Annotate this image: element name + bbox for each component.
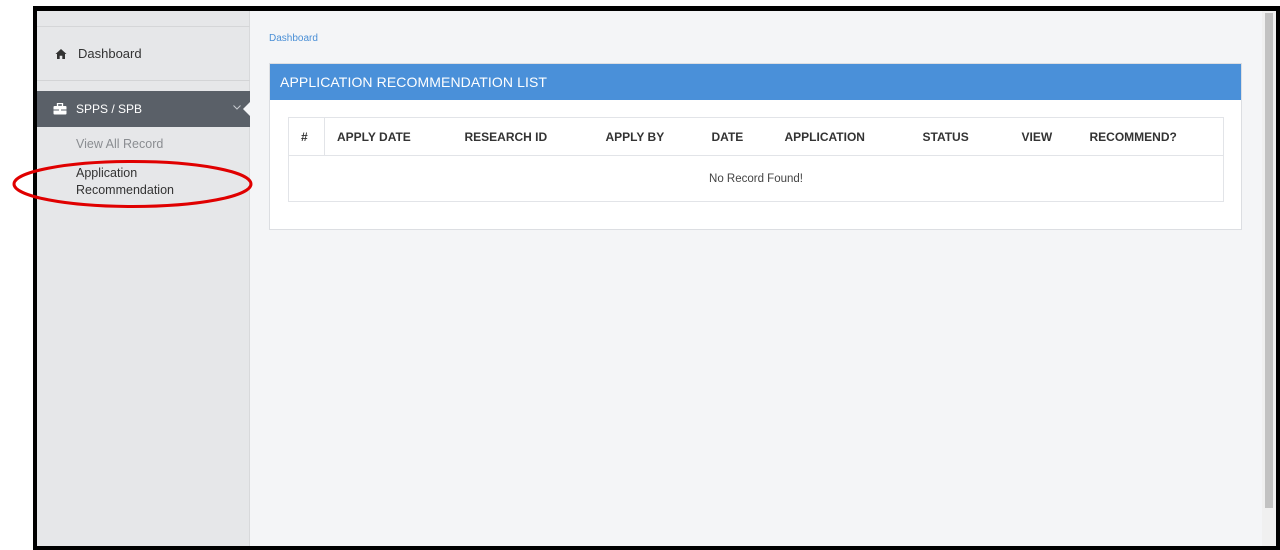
- column-header-research-id[interactable]: RESEARCH ID: [452, 117, 594, 156]
- briefcase-icon: [53, 103, 67, 115]
- table-row: No Record Found!: [288, 155, 1224, 202]
- screenshot-frame: Dashboard SPPS / SPB View All Record App…: [33, 6, 1280, 550]
- column-header-date[interactable]: DATE: [699, 117, 773, 156]
- main-content: Dashboard APPLICATION RECOMMENDATION LIS…: [251, 11, 1262, 546]
- panel-title: APPLICATION RECOMMENDATION LIST: [270, 64, 1241, 100]
- recommendation-table: # APPLY DATE RESEARCH ID APPLY BY DATE A…: [288, 117, 1224, 202]
- home-icon: [55, 48, 67, 60]
- sidebar: Dashboard SPPS / SPB View All Record App…: [37, 11, 251, 546]
- column-header-number[interactable]: #: [288, 117, 325, 156]
- column-header-apply-by[interactable]: APPLY BY: [593, 117, 700, 156]
- column-header-status[interactable]: STATUS: [910, 117, 1010, 156]
- recommendation-panel: APPLICATION RECOMMENDATION LIST # APPLY …: [269, 63, 1242, 230]
- chevron-down-icon: [233, 105, 241, 110]
- app-window: Dashboard SPPS / SPB View All Record App…: [37, 11, 1276, 546]
- active-indicator: [243, 101, 251, 117]
- table-header-row: # APPLY DATE RESEARCH ID APPLY BY DATE A…: [288, 117, 1224, 156]
- column-header-application[interactable]: APPLICATION: [772, 117, 911, 156]
- sidebar-item-label: SPPS / SPB: [76, 102, 143, 116]
- vertical-scrollbar[interactable]: [1262, 11, 1276, 546]
- empty-state-message: No Record Found!: [288, 155, 1224, 202]
- column-header-apply-date[interactable]: APPLY DATE: [324, 117, 453, 156]
- sidebar-item-dashboard[interactable]: Dashboard: [37, 27, 250, 81]
- breadcrumb-dashboard-link[interactable]: Dashboard: [269, 33, 318, 44]
- sidebar-item-label: Dashboard: [78, 46, 142, 61]
- sidebar-item-spps-spb[interactable]: SPPS / SPB: [37, 91, 251, 127]
- sidebar-subitem-application-recommendation[interactable]: Application Recommendation: [76, 165, 196, 199]
- scrollbar-thumb[interactable]: [1265, 13, 1273, 508]
- column-header-recommend[interactable]: RECOMMEND?: [1077, 117, 1224, 156]
- column-header-view[interactable]: VIEW: [1009, 117, 1078, 156]
- sidebar-subitem-view-all-record[interactable]: View All Record: [76, 137, 163, 151]
